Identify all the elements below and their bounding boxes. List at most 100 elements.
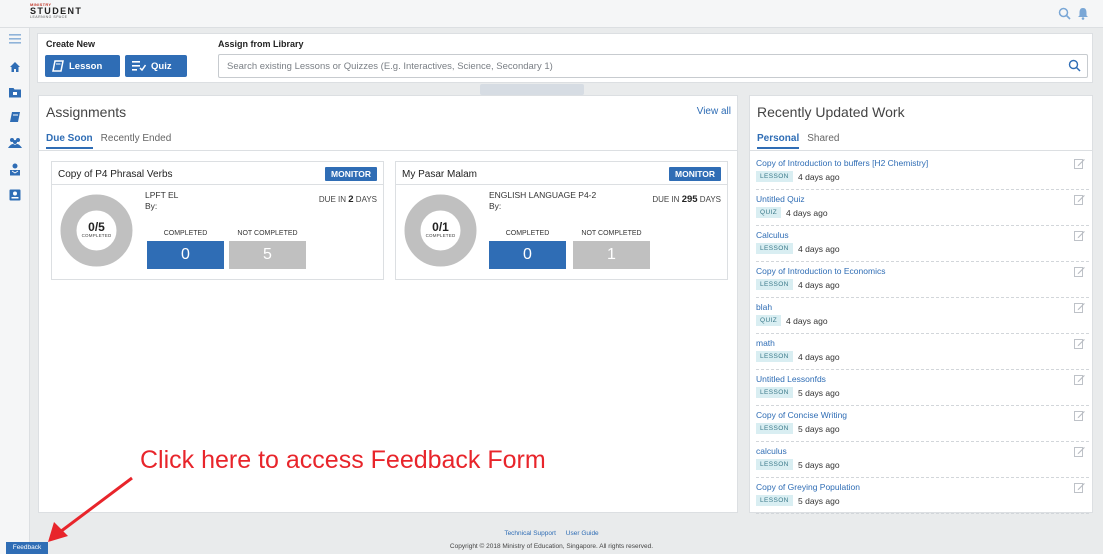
recent-work-item[interactable]: Copy of Introduction to Economics LESSON 4…	[756, 262, 1089, 298]
monitor-button[interactable]: MONITOR	[669, 167, 721, 181]
card-divider	[396, 184, 727, 185]
monitor-button[interactable]: MONITOR	[325, 167, 377, 181]
work-title[interactable]: Copy of Greying Population	[756, 482, 860, 492]
work-title[interactable]: math	[756, 338, 775, 348]
search-icon[interactable]	[1058, 7, 1071, 23]
feedback-button[interactable]: Feedback	[6, 542, 48, 554]
recent-work-item[interactable]: Calculus LESSON 4 days ago	[756, 226, 1089, 262]
tab-due-soon[interactable]: Due Soon	[46, 133, 93, 149]
edit-icon[interactable]	[1074, 374, 1085, 388]
edit-icon[interactable]	[1074, 266, 1085, 280]
work-age: 4 days ago	[798, 280, 840, 290]
group-icon[interactable]	[8, 135, 22, 149]
edit-icon[interactable]	[1074, 338, 1085, 352]
assigned-by: By:	[489, 201, 502, 211]
recent-work-item[interactable]: math LESSON 4 days ago	[756, 334, 1089, 370]
edit-icon[interactable]	[1074, 482, 1085, 496]
menu-icon[interactable]	[8, 32, 22, 46]
copyright-text: Copyright © 2018 Ministry of Education, …	[449, 543, 654, 550]
view-all-link[interactable]: View all	[697, 106, 731, 117]
folder-icon[interactable]	[8, 85, 22, 99]
dropdown-hint	[480, 84, 584, 95]
create-section: Create New Assign from Library Lesson Qu…	[37, 33, 1093, 83]
work-type-tag: QUIZ	[756, 315, 782, 326]
recent-work-item[interactable]: Copy of Greying Population LESSON 5 days a…	[756, 478, 1089, 514]
work-age: 5 days ago	[798, 460, 840, 470]
bell-icon[interactable]	[1077, 7, 1089, 23]
class-name: ENGLISH LANGUAGE P4-2	[489, 190, 597, 200]
due-prefix: DUE IN	[652, 195, 680, 204]
lesson-button[interactable]: Lesson	[45, 55, 120, 77]
progress-value: 0/1	[432, 220, 449, 234]
user-guide-link[interactable]: User Guide	[566, 530, 599, 537]
library-search-input[interactable]: Search existing Lessons or Quizzes (E.g.…	[218, 54, 1088, 78]
card-divider	[52, 184, 383, 185]
recent-work-item[interactable]: calculus LESSON 5 days ago	[756, 442, 1089, 478]
completed-label: COMPLETED	[505, 230, 550, 237]
work-title[interactable]: calculus	[756, 446, 787, 456]
tab-personal[interactable]: Personal	[757, 133, 800, 149]
create-new-label: Create New	[46, 39, 96, 49]
work-age: 4 days ago	[786, 316, 828, 326]
recent-work-title: Recently Updated Work	[757, 104, 905, 120]
recent-work-item[interactable]: Copy of Introduction to buffers [H2 Chem…	[756, 154, 1089, 190]
work-type-tag: LESSON	[756, 279, 793, 290]
quiz-button[interactable]: Quiz	[125, 55, 187, 77]
work-age: 5 days ago	[798, 496, 840, 506]
due-value: 2	[348, 194, 354, 205]
progress-label: COMPLETED	[81, 233, 112, 238]
edit-icon[interactable]	[1074, 230, 1085, 244]
work-title[interactable]: Calculus	[756, 230, 789, 240]
recent-work-panel: Recently Updated Work Personal Shared Co…	[749, 95, 1093, 514]
assignment-title: Copy of P4 Phrasal Verbs	[58, 169, 173, 180]
edit-icon[interactable]	[1074, 410, 1085, 424]
work-title[interactable]: Untitled Quiz	[756, 194, 805, 204]
work-age: 4 days ago	[798, 172, 840, 182]
student-icon[interactable]	[8, 162, 22, 176]
recent-work-item[interactable]: Untitled Quiz QUIZ 4 days ago	[756, 190, 1089, 226]
completed-count[interactable]: 0	[147, 241, 224, 269]
recent-work-item[interactable]: blah QUIZ 4 days ago	[756, 298, 1089, 334]
due-value: 295	[681, 194, 698, 205]
work-title[interactable]: blah	[756, 302, 772, 312]
not-completed-label: NOT COMPLETED	[581, 230, 642, 237]
work-title[interactable]: Copy of Introduction to buffers [H2 Chem…	[756, 158, 928, 168]
recent-work-item[interactable]: Untitled Lessonfds LESSON 5 days ago	[756, 370, 1089, 406]
work-type-tag: QUIZ	[756, 207, 782, 218]
logo-subtitle: LEARNING SPACE	[30, 15, 68, 19]
edit-icon[interactable]	[1074, 302, 1085, 316]
app-logo[interactable]: MINISTRY STUDENT LEARNING SPACE	[30, 3, 82, 20]
work-type-tag: LESSON	[756, 495, 793, 506]
assign-library-label: Assign from Library	[218, 39, 304, 49]
search-placeholder: Search existing Lessons or Quizzes (E.g.…	[227, 61, 553, 72]
work-title[interactable]: Copy of Concise Writing	[756, 410, 847, 420]
edit-icon[interactable]	[1074, 158, 1085, 172]
contact-icon[interactable]	[8, 188, 22, 202]
divider	[750, 150, 1092, 151]
search-icon[interactable]	[1068, 59, 1081, 75]
feedback-annotation: Click here to access Feedback Form	[140, 446, 546, 474]
recent-work-item[interactable]: Copy of Concise Writing LESSON 5 days ago	[756, 406, 1089, 442]
edit-icon[interactable]	[1074, 194, 1085, 208]
not-completed-count[interactable]: 1	[573, 241, 650, 269]
class-name: LPFT EL	[145, 190, 179, 200]
book-icon[interactable]	[8, 110, 22, 124]
work-age: 5 days ago	[798, 424, 840, 434]
assignment-card[interactable]: Copy of P4 Phrasal Verbs MONITOR 0/5 COM…	[51, 161, 384, 280]
work-age: 4 days ago	[798, 352, 840, 362]
completed-count[interactable]: 0	[489, 241, 566, 269]
edit-icon[interactable]	[1074, 446, 1085, 460]
work-title[interactable]: Untitled Lessonfds	[756, 374, 826, 384]
work-type-tag: LESSON	[756, 243, 793, 254]
not-completed-count[interactable]: 5	[229, 241, 306, 269]
assignment-title: My Pasar Malam	[402, 169, 478, 180]
assignment-card[interactable]: My Pasar Malam MONITOR 0/1 COMPLETED ENG…	[395, 161, 728, 280]
footer-links: Technical Support User Guide	[0, 530, 1103, 537]
lesson-button-label: Lesson	[69, 60, 103, 72]
quiz-icon	[132, 61, 146, 71]
technical-support-link[interactable]: Technical Support	[504, 530, 556, 537]
tab-recently-ended[interactable]: Recently Ended	[101, 133, 172, 149]
work-title[interactable]: Copy of Introduction to Economics	[756, 266, 885, 276]
tab-shared[interactable]: Shared	[807, 133, 839, 149]
home-icon[interactable]	[8, 60, 22, 74]
